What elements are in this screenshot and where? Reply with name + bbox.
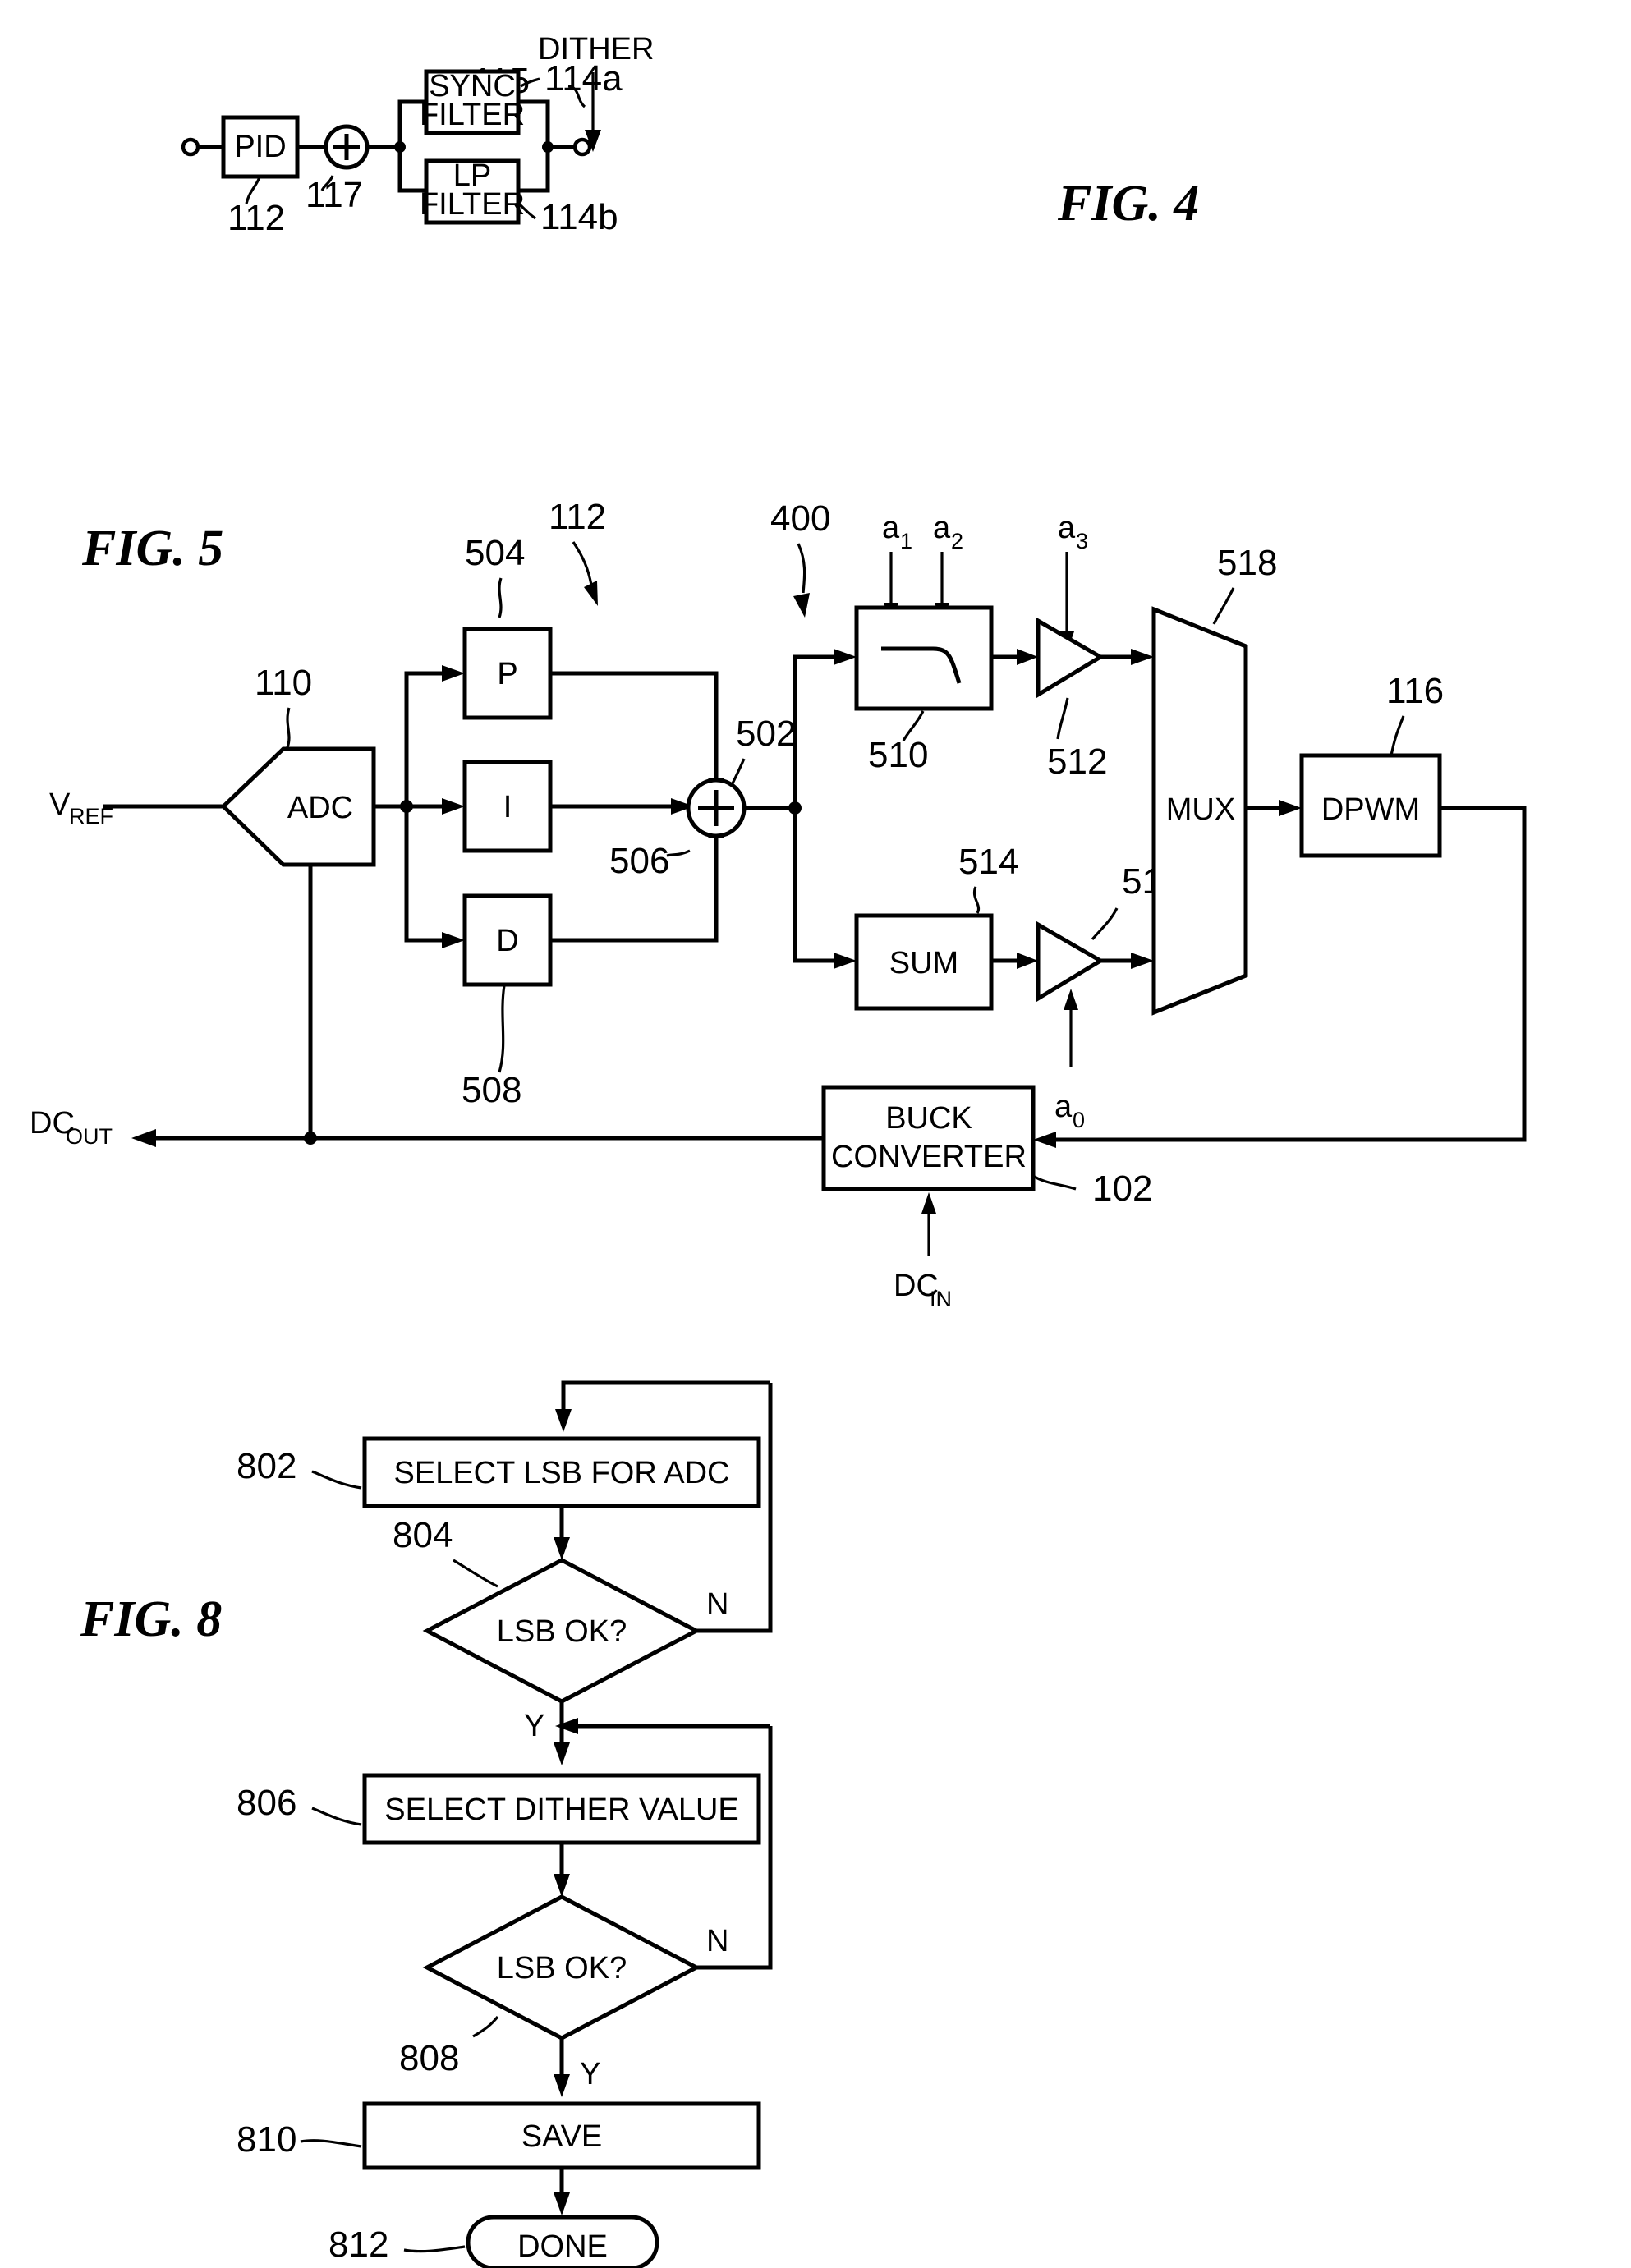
fig8-step808-label: LSB OK? (497, 1951, 627, 1986)
fig8-806-input-arrowhead (554, 1742, 570, 1765)
fig8-leader-804 (453, 1559, 498, 1588)
fig8-ref-812: 812 (328, 2224, 388, 2265)
fig8-step808-yes-label: Y (580, 2057, 600, 2091)
fig8-leader-806 (311, 1807, 362, 1826)
fig8-step804-label: LSB OK? (497, 1614, 627, 1649)
fig8-808-input-arrowhead (554, 1874, 570, 1897)
fig8-leader-812 (403, 2245, 466, 2253)
fig8-loop1-return-wire (561, 1380, 770, 1412)
fig8-step804-yes-label: Y (524, 1709, 544, 1743)
fig8-step810-label: SAVE (521, 2119, 603, 2154)
fig8-ref-810: 810 (237, 2119, 296, 2160)
fig8-leader-802 (311, 1470, 362, 1490)
fig8-ref-806: 806 (237, 1783, 296, 1823)
fig8-leader-810 (300, 2139, 362, 2148)
fig8-loop1-return-arrowhead (555, 1409, 572, 1432)
fig8-step804-no-label: N (706, 1587, 728, 1622)
fig8-812-input-arrowhead (554, 2192, 570, 2215)
fig8-804-input-arrowhead (554, 1537, 570, 1560)
fig8-step808-no-label: N (706, 1924, 728, 1958)
fig8-loop2-return-arrowhead (555, 1718, 578, 1734)
fig8-title: FIG. 8 (80, 1591, 222, 1647)
fig8-leader-808 (472, 2015, 499, 2038)
fig8-ref-808: 808 (399, 2038, 459, 2078)
fig8-step812-label: DONE (517, 2229, 608, 2264)
patent-drawing-sheet: FIG. 4 DITHER 115 PID 117 112 SYNC FILTE… (0, 0, 1631, 2268)
fig8-ref-802: 802 (237, 1446, 296, 1486)
fig8-step802-label: SELECT LSB FOR ADC (394, 1456, 730, 1490)
fig8-step806-label: SELECT DITHER VALUE (384, 1793, 739, 1827)
figure-8-group: FIG. 8 SELECT LSB FOR ADC 802 LSB OK? 80… (80, 1380, 773, 2268)
fig8-ref-804: 804 (393, 1515, 453, 1555)
fig8-810-input-arrowhead (554, 2074, 570, 2097)
